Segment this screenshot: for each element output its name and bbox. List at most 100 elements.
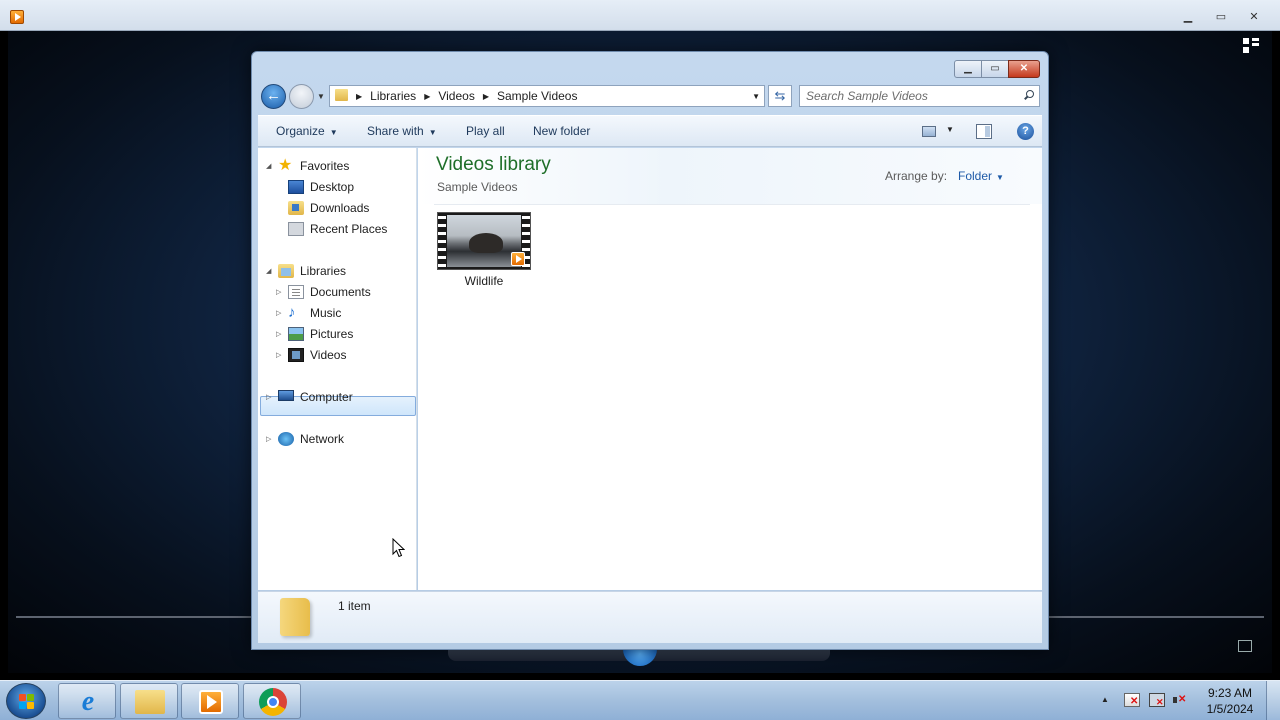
downloads-icon — [288, 201, 304, 215]
search-input[interactable] — [806, 88, 1011, 104]
favorites-star-icon: ★ — [278, 157, 293, 174]
collapse-icon[interactable]: ◢ — [266, 162, 274, 170]
taskbar-media-player[interactable] — [181, 683, 239, 719]
nav-label-libraries: Libraries — [300, 264, 347, 278]
organize-label: Organize — [276, 124, 325, 138]
nav-item-recent-places[interactable]: Recent Places — [288, 219, 387, 239]
breadcrumb-separator-icon[interactable]: ▶ — [424, 92, 430, 101]
content-pane: Videos library Sample Videos Arrange by:… — [418, 148, 1042, 590]
nav-item-network[interactable]: ▷ Network — [262, 429, 344, 449]
play-all-button[interactable]: Play all — [466, 124, 505, 138]
nav-label-downloads: Downloads — [310, 201, 370, 215]
media-player-close-button[interactable]: ✕ — [1241, 10, 1267, 26]
forward-button[interactable] — [289, 84, 314, 109]
search-icon[interactable] — [1023, 90, 1034, 101]
command-bar: Organize ▼ Share with ▼ Play all New folde… — [258, 115, 1042, 147]
nav-label-music: Music — [310, 306, 342, 320]
library-subtitle: Sample Videos — [437, 180, 518, 194]
breadcrumb-separator-icon[interactable]: ▶ — [483, 92, 489, 101]
close-button[interactable]: ✕ — [1008, 60, 1040, 78]
switch-to-library-icon[interactable] — [1243, 38, 1259, 54]
start-button[interactable] — [6, 683, 46, 719]
taskbar-internet-explorer[interactable]: e — [58, 683, 116, 719]
windows-logo-icon — [27, 702, 34, 709]
film-strip-icon — [438, 213, 446, 269]
explorer-window: ▁ ▭ ✕ ← ▼ ▶ Libraries ▶ Videos ▶ Sample … — [251, 51, 1049, 650]
search-box[interactable] — [799, 85, 1040, 107]
nav-item-favorites[interactable]: ◢ ★ Favorites — [262, 156, 349, 176]
action-center-icon[interactable] — [1124, 693, 1140, 707]
library-header: Videos library Sample Videos Arrange by:… — [418, 148, 1042, 204]
music-note-icon: ♪ — [288, 304, 296, 321]
nav-item-videos[interactable]: ▷ Videos — [272, 345, 346, 365]
breadcrumb-videos[interactable]: Videos — [438, 89, 474, 103]
arrange-by-dropdown[interactable]: Folder ▼ — [958, 169, 1004, 183]
folder-icon — [335, 89, 348, 101]
minimize-button[interactable]: ▁ — [954, 60, 982, 78]
clock-time: 9:23 AM — [1207, 686, 1253, 700]
library-title: Videos library — [436, 154, 551, 175]
mouse-cursor-icon — [392, 537, 406, 561]
address-dropdown-icon[interactable]: ▼ — [752, 92, 760, 101]
breadcrumb-sample-videos[interactable]: Sample Videos — [497, 89, 578, 103]
chevron-down-icon: ▼ — [428, 128, 437, 137]
nav-item-music[interactable]: ▷ ♪ Music — [272, 303, 341, 323]
expand-icon[interactable]: ▷ — [276, 309, 284, 317]
network-status-icon[interactable] — [1149, 693, 1165, 708]
address-bar[interactable]: ▶ Libraries ▶ Videos ▶ Sample Videos ▼ — [329, 85, 765, 107]
nav-label-recent-places: Recent Places — [310, 222, 388, 236]
documents-icon — [288, 285, 304, 299]
item-count: 1 item — [338, 599, 371, 613]
collapse-icon[interactable]: ◢ — [266, 267, 274, 275]
details-pane: 1 item — [258, 591, 1042, 643]
taskbar-windows-explorer[interactable] — [120, 683, 178, 719]
nav-label-videos: Videos — [310, 348, 347, 362]
nav-item-pictures[interactable]: ▷ Pictures — [272, 324, 353, 344]
nav-label-computer: Computer — [300, 390, 353, 404]
share-with-button[interactable]: Share with ▼ — [367, 124, 437, 138]
maximize-button[interactable]: ▭ — [981, 60, 1009, 78]
nav-item-downloads[interactable]: Downloads — [288, 198, 369, 218]
videos-icon — [288, 348, 304, 362]
expand-icon[interactable]: ▷ — [266, 435, 274, 443]
nav-item-libraries[interactable]: ◢ Libraries — [262, 261, 346, 281]
nav-label-network: Network — [300, 432, 345, 446]
recent-pages-dropdown-icon[interactable]: ▼ — [317, 92, 325, 101]
media-player-badge-icon — [511, 252, 525, 266]
nav-item-desktop[interactable]: Desktop — [288, 177, 354, 197]
expand-icon[interactable]: ▷ — [276, 351, 284, 359]
fullscreen-icon[interactable] — [1238, 640, 1252, 652]
navigation-pane: ◢ ★ Favorites Desktop Downloads Recent P… — [258, 148, 417, 590]
pictures-icon — [288, 327, 304, 341]
change-view-icon[interactable] — [922, 126, 936, 137]
arrange-by-label: Arrange by: — [885, 169, 948, 183]
file-item-wildlife[interactable]: Wildlife — [436, 212, 534, 292]
expand-icon[interactable]: ▷ — [276, 330, 284, 338]
back-button[interactable]: ← — [261, 84, 286, 109]
breadcrumb-separator-icon[interactable]: ▶ — [356, 92, 362, 101]
media-player-maximize-button[interactable]: ▭ — [1208, 10, 1234, 26]
help-icon[interactable]: ? — [1017, 123, 1034, 140]
new-folder-button[interactable]: New folder — [533, 124, 590, 138]
nav-label-favorites: Favorites — [300, 159, 350, 173]
breadcrumb-libraries[interactable]: Libraries — [370, 89, 416, 103]
chrome-icon — [259, 688, 287, 716]
volume-muted-icon[interactable] — [1172, 693, 1188, 707]
recent-places-icon — [288, 222, 304, 236]
windows-logo-icon — [27, 694, 34, 701]
clock[interactable]: 9:23 AM 1/5/2024 — [1196, 685, 1264, 717]
refresh-button[interactable]: ⇆ — [768, 85, 792, 107]
nav-item-computer[interactable]: ▷ Computer — [262, 387, 353, 407]
media-player-icon — [199, 690, 223, 714]
nav-item-documents[interactable]: ▷ Documents — [272, 282, 371, 302]
media-player-minimize-button[interactable]: ▁ — [1175, 10, 1201, 26]
organize-button[interactable]: Organize ▼ — [276, 124, 338, 138]
show-desktop-button[interactable] — [1266, 681, 1280, 720]
preview-pane-icon[interactable] — [976, 124, 992, 139]
taskbar-chrome[interactable] — [243, 683, 301, 719]
expand-icon[interactable]: ▷ — [266, 393, 274, 401]
view-options-dropdown-icon[interactable]: ▼ — [946, 125, 954, 134]
expand-icon[interactable]: ▷ — [276, 288, 284, 296]
show-hidden-icons-icon[interactable]: ▲ — [1101, 695, 1109, 704]
windows-logo-icon — [19, 694, 26, 701]
